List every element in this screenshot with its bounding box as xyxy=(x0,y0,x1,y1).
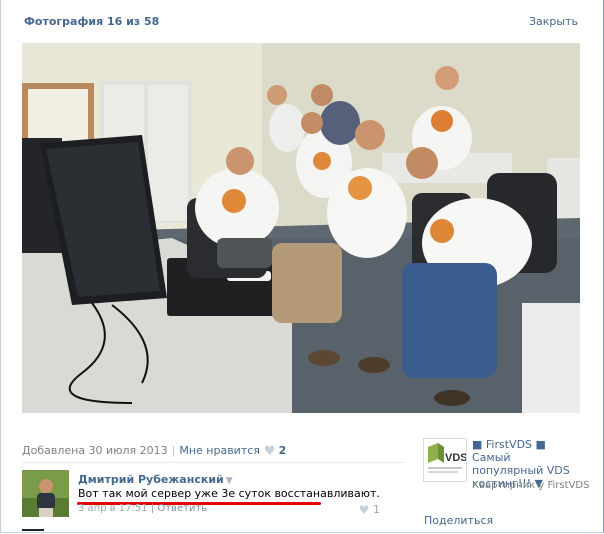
meta-separator: | xyxy=(171,444,176,457)
avatar[interactable] xyxy=(22,470,69,517)
heart-icon[interactable]: ♥ xyxy=(264,444,276,459)
svg-text:VDS: VDS xyxy=(445,452,466,464)
comment-time[interactable]: 3 апр в 17:51 xyxy=(78,503,148,514)
page-fragment xyxy=(22,529,44,534)
meta-separator: | xyxy=(147,503,158,514)
upload-date: Добавлена 30 июля 2013 xyxy=(22,444,168,457)
comment-text: Вот так мой сервер уже 3е суток восстана… xyxy=(78,487,380,500)
comment-author[interactable]: Дмитрий Рубежанский ▼ xyxy=(78,473,233,486)
ad-block[interactable]: VDS ■ FirstVDS ■ Самый популярный VDS хо… xyxy=(423,438,589,498)
share-button[interactable]: Поделиться xyxy=(424,514,493,527)
photo-image xyxy=(22,43,580,413)
comment-item: Дмитрий Рубежанский ▼ Вот так мой сервер … xyxy=(22,470,404,520)
like-button[interactable]: Мне нравится xyxy=(179,444,260,457)
ad-domain[interactable]: Квартирник у FirstVDS xyxy=(472,480,592,491)
photo-counter-title: Фотография 16 из 58 xyxy=(24,15,160,28)
main-photo[interactable] xyxy=(22,43,580,413)
photo-meta-row: Добавлена 30 июля 2013 | Мне нравится ♥ 2 xyxy=(22,444,402,459)
firstvds-logo[interactable]: VDS xyxy=(423,438,468,482)
vds-logo-icon: VDS xyxy=(428,443,468,473)
reply-button[interactable]: Ответить xyxy=(157,503,207,514)
chevron-down-icon[interactable]: ▼ xyxy=(226,476,233,486)
photo-info: Добавлена 30 июля 2013 | Мне нравится ♥ 2 xyxy=(22,444,402,459)
heart-icon[interactable]: ♥ xyxy=(359,503,370,517)
close-button[interactable]: Закрыть xyxy=(529,15,578,28)
avatar-image xyxy=(22,470,69,517)
photo-like-count[interactable]: 2 xyxy=(279,444,287,457)
comment-meta: 3 апр в 17:51 | Ответить xyxy=(78,503,207,514)
comment-like-button[interactable]: ♥ 1 xyxy=(359,503,380,517)
comment-like-count[interactable]: 1 xyxy=(373,503,380,516)
photo-viewer: Фотография 16 из 58 Закрыть Добавлена 30… xyxy=(0,0,604,534)
comment-author-name[interactable]: Дмитрий Рубежанский xyxy=(78,473,224,486)
comments-divider xyxy=(22,462,404,463)
viewer-header: Фотография 16 из 58 Закрыть xyxy=(0,0,604,42)
